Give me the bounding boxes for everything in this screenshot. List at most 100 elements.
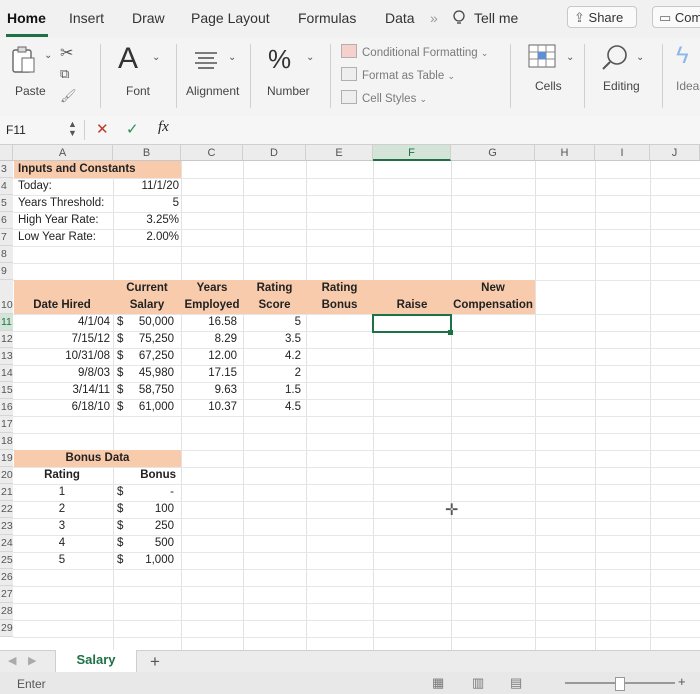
font-dropdown-chevron-icon[interactable]: ⌄	[152, 52, 160, 63]
salary-cell[interactable]: 58,750	[126, 382, 174, 399]
copy-icon[interactable]: ⧉	[60, 66, 69, 82]
years-employed-cell[interactable]: 8.29	[181, 331, 237, 348]
sheet-tab-salary[interactable]: Salary	[55, 650, 137, 673]
bonus-rating-cell[interactable]: 5	[14, 552, 110, 569]
number-format-icon[interactable]: %	[268, 44, 291, 75]
row-header[interactable]: 26	[0, 569, 13, 586]
tab-page-layout[interactable]: Page Layout	[191, 10, 270, 26]
row-header[interactable]: 29	[0, 620, 13, 637]
row-header[interactable]: 7	[0, 229, 13, 246]
row-header[interactable]: 9	[0, 263, 13, 280]
tab-home[interactable]: Home	[7, 10, 46, 26]
date-hired-cell[interactable]: 10/31/08	[14, 348, 110, 365]
column-header-b[interactable]: B	[113, 145, 181, 161]
cut-icon[interactable]: ✂	[60, 43, 73, 63]
tab-data[interactable]: Data	[385, 10, 415, 26]
date-hired-cell[interactable]: 7/15/12	[14, 331, 110, 348]
cells-dropdown-chevron-icon[interactable]: ⌄	[566, 52, 574, 63]
row-header[interactable]: 24	[0, 535, 13, 552]
share-button[interactable]: ⇪ Share	[567, 6, 637, 28]
conditional-formatting-button[interactable]: Conditional Formatting ⌄	[341, 44, 488, 59]
today-value[interactable]: 11/1/20	[113, 178, 179, 195]
years-employed-cell[interactable]: 16.58	[181, 314, 237, 331]
low-year-rate-value[interactable]: 2.00%	[113, 229, 179, 246]
salary-cell[interactable]: 45,980	[126, 365, 174, 382]
salary-cell[interactable]: 61,000	[126, 399, 174, 416]
zoom-slider-handle[interactable]	[615, 677, 625, 691]
salary-cell[interactable]: 75,250	[126, 331, 174, 348]
row-header[interactable]: 16	[0, 399, 13, 416]
bonus-amount-cell[interactable]: -	[126, 484, 174, 501]
row-header[interactable]: 4	[0, 178, 13, 195]
alignment-dropdown-chevron-icon[interactable]: ⌄	[228, 52, 236, 63]
paste-dropdown-chevron-icon[interactable]: ⌄	[44, 50, 52, 61]
years-employed-cell[interactable]: 12.00	[181, 348, 237, 365]
row-header[interactable]: 12	[0, 331, 13, 348]
ideas-lightning-icon[interactable]: ϟ	[676, 42, 689, 70]
enter-check-icon[interactable]: ✓	[126, 120, 139, 138]
normal-view-icon[interactable]: ▦	[432, 675, 444, 691]
row-header[interactable]: 8	[0, 246, 13, 263]
function-fx-icon[interactable]: fx	[158, 119, 169, 136]
fill-handle[interactable]	[448, 330, 453, 335]
column-header-e[interactable]: E	[306, 145, 373, 161]
font-icon[interactable]: A	[118, 42, 138, 76]
row-header[interactable]: 15	[0, 382, 13, 399]
bonus-amount-cell[interactable]: 250	[126, 518, 174, 535]
date-hired-cell[interactable]: 3/14/11	[14, 382, 110, 399]
row-header[interactable]: 11	[0, 314, 13, 331]
row-header[interactable]: 25	[0, 552, 13, 569]
name-box[interactable]: F11	[6, 123, 26, 137]
rating-score-cell[interactable]: 4.5	[243, 399, 301, 416]
bonus-amount-cell[interactable]: 500	[126, 535, 174, 552]
row-header[interactable]: 18	[0, 433, 13, 450]
bonus-rating-cell[interactable]: 4	[14, 535, 110, 552]
page-break-view-icon[interactable]: ▤	[510, 675, 522, 691]
rating-score-cell[interactable]: 3.5	[243, 331, 301, 348]
tab-insert[interactable]: Insert	[69, 10, 104, 26]
editing-dropdown-chevron-icon[interactable]: ⌄	[636, 52, 644, 63]
row-header[interactable]: 17	[0, 416, 13, 433]
zoom-in-icon[interactable]: +	[678, 674, 686, 689]
row-header[interactable]: 23	[0, 518, 13, 535]
salary-cell[interactable]: 67,250	[126, 348, 174, 365]
editing-search-icon[interactable]	[600, 44, 630, 72]
format-as-table-button[interactable]: Format as Table ⌄	[341, 67, 455, 82]
name-box-stepper-icon[interactable]: ▲ ▼	[68, 120, 77, 138]
add-sheet-icon[interactable]: +	[150, 652, 160, 672]
previous-sheet-icon[interactable]: ◀	[8, 654, 16, 667]
next-sheet-icon[interactable]: ▶	[28, 654, 36, 667]
row-header[interactable]: 3	[0, 161, 13, 178]
format-painter-icon[interactable]: 🖌	[60, 88, 77, 104]
tab-formulas[interactable]: Formulas	[298, 10, 356, 26]
alignment-icon[interactable]	[194, 50, 218, 70]
column-header-d[interactable]: D	[243, 145, 306, 161]
date-hired-cell[interactable]: 4/1/04	[14, 314, 110, 331]
years-employed-cell[interactable]: 17.15	[181, 365, 237, 382]
column-header-j[interactable]: J	[650, 145, 700, 161]
rating-score-cell[interactable]: 2	[243, 365, 301, 382]
high-year-rate-value[interactable]: 3.25%	[113, 212, 179, 229]
more-tabs-chevron-icon[interactable]: »	[430, 10, 438, 26]
row-header[interactable]: 6	[0, 212, 13, 229]
worksheet-grid[interactable]: A B C D E F G H I J 3 4 5 6 7 8 9 10 11 …	[0, 145, 700, 650]
comments-button[interactable]: ▭ Com	[652, 6, 700, 28]
cells-icon[interactable]	[528, 44, 558, 70]
row-header[interactable]: 13	[0, 348, 13, 365]
row-header[interactable]: 19	[0, 450, 13, 467]
row-header[interactable]: 5	[0, 195, 13, 212]
rating-score-cell[interactable]: 1.5	[243, 382, 301, 399]
page-layout-view-icon[interactable]: ▥	[472, 675, 484, 691]
bonus-rating-cell[interactable]: 2	[14, 501, 110, 518]
column-header-f[interactable]: F	[373, 145, 451, 161]
column-header-h[interactable]: H	[535, 145, 595, 161]
date-hired-cell[interactable]: 6/18/10	[14, 399, 110, 416]
paste-icon[interactable]	[10, 46, 38, 76]
column-header-a[interactable]: A	[13, 145, 113, 161]
row-header[interactable]: 20	[0, 467, 13, 484]
cancel-icon[interactable]: ✕	[96, 120, 109, 138]
years-threshold-value[interactable]: 5	[113, 195, 179, 212]
tell-me-search[interactable]: Tell me	[474, 10, 518, 26]
years-employed-cell[interactable]: 9.63	[181, 382, 237, 399]
years-employed-cell[interactable]: 10.37	[181, 399, 237, 416]
